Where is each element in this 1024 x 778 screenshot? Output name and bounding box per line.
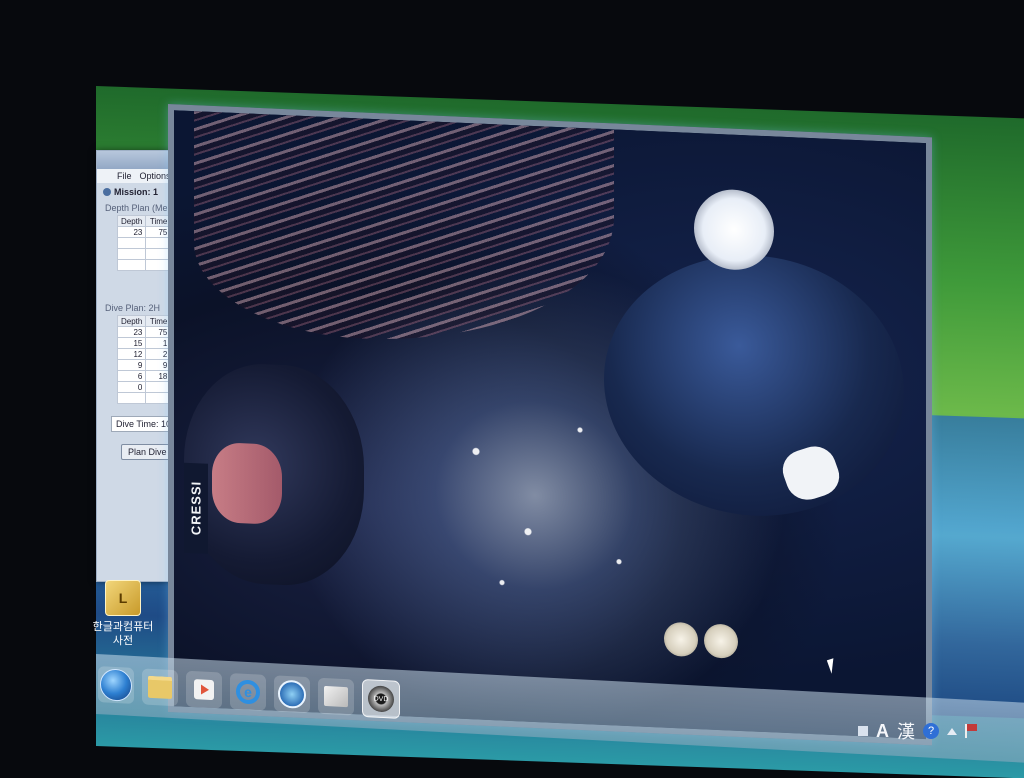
table-row: 15 1 (116, 337, 172, 349)
taskbar-internet-explorer[interactable]: e (230, 673, 266, 711)
desktop-icon-dictionary[interactable]: L 한글과컴퓨터 사전 (84, 580, 162, 648)
taskbar-tool[interactable] (318, 677, 354, 716)
mask-brand-text: CRESSI (184, 462, 208, 554)
dive-plan-table: Depth Time 23 75 15 1 12 2 99 6 18 0 (116, 315, 172, 404)
diver-face (212, 441, 282, 525)
gauge (664, 621, 698, 658)
table-cell[interactable] (116, 259, 147, 271)
table-cell: 9 (116, 359, 147, 371)
table-header: Depth (116, 215, 147, 227)
dive-planner-icon (278, 679, 306, 710)
table-cell (116, 392, 147, 404)
desktop-icon-label-1: 한글과컴퓨터 (92, 621, 154, 633)
taskbar-media-player[interactable] (186, 670, 222, 709)
table-cell: 15 (116, 337, 147, 349)
table-row: 6 18 (116, 370, 172, 382)
show-hidden-icons-icon[interactable] (947, 727, 957, 735)
helmet-light (694, 187, 774, 272)
pressure-gauges (664, 621, 738, 659)
table-cell[interactable] (116, 237, 147, 249)
hanja-indicator[interactable]: 漢 (897, 718, 915, 744)
mission-icon (103, 188, 111, 196)
start-orb-icon (100, 668, 132, 702)
internet-explorer-icon: e (236, 679, 260, 705)
table-row[interactable] (116, 259, 172, 271)
input-method-icon[interactable] (858, 726, 868, 736)
menu-file[interactable]: File (117, 169, 132, 183)
mission-label: Mission: 1 (114, 187, 159, 197)
folder-icon (148, 675, 172, 699)
media-player-icon (194, 679, 214, 701)
table-cell: 6 (116, 370, 147, 382)
table-cell: 0 (116, 381, 147, 393)
language-a-indicator[interactable]: A (876, 721, 889, 742)
taskbar-dive-planner[interactable] (274, 675, 310, 714)
table-cell[interactable]: 23 (116, 226, 147, 238)
table-cell: 12 (116, 348, 147, 360)
help-icon[interactable]: ? (923, 723, 939, 739)
particles (424, 371, 684, 643)
dictionary-icon: L (105, 580, 141, 616)
table-cell[interactable] (116, 248, 147, 260)
table-row: 99 (116, 359, 172, 371)
taskbar-explorer[interactable] (142, 668, 178, 707)
cable-bundle (194, 111, 614, 350)
table-cell: 23 (116, 326, 147, 338)
table-row: 23 75 (116, 326, 172, 338)
table-row (116, 392, 172, 404)
desktop-icon-label-2: 사전 (112, 635, 134, 647)
menu-options[interactable]: Options (140, 169, 171, 183)
start-button[interactable] (98, 666, 134, 704)
taskbar-dvd-player[interactable]: DVD (362, 678, 400, 719)
depth-plan-table: Depth Time 23 75 (116, 215, 172, 271)
tool-icon (324, 685, 348, 708)
dvd-player-icon: DVD (368, 685, 394, 713)
table-row[interactable] (116, 248, 172, 260)
table-row[interactable]: 23 75 (116, 226, 172, 238)
video-frame[interactable]: CRESSI (174, 110, 926, 740)
table-row: 12 2 (116, 348, 172, 360)
system-tray: A 漢 ? (858, 716, 979, 746)
table-row: 0 (116, 381, 172, 393)
gauge (704, 623, 738, 659)
mouse-cursor-icon (826, 658, 839, 674)
table-header: Depth (116, 315, 147, 327)
video-player-window[interactable]: CRESSI (168, 104, 932, 746)
table-row[interactable] (116, 237, 172, 249)
action-center-flag-icon[interactable] (965, 724, 979, 738)
